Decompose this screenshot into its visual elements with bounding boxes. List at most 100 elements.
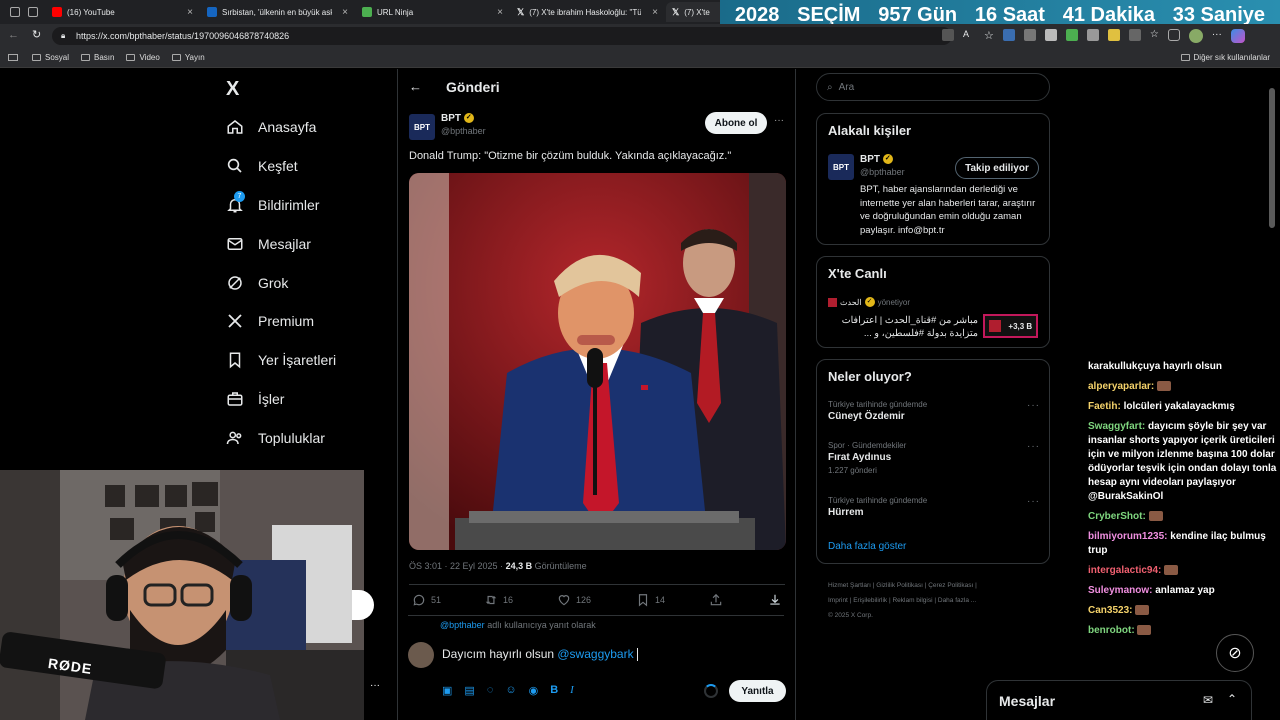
live-host[interactable]: الحدث ✓ yönetiyor bbox=[828, 297, 910, 307]
nav-item-briefcase[interactable]: İşler bbox=[226, 384, 284, 414]
emoji-icon[interactable]: ☺ bbox=[505, 684, 516, 697]
grok-icon[interactable]: ◌ bbox=[487, 684, 494, 697]
trend-item[interactable]: Türkiye tarihinde gündemde Hürrem ··· bbox=[828, 496, 1040, 518]
extension-icon[interactable] bbox=[1044, 29, 1057, 41]
extension-icon[interactable] bbox=[1107, 29, 1120, 41]
nav-item-grok[interactable]: Grok bbox=[226, 268, 288, 298]
gif-icon[interactable]: ▤ bbox=[464, 684, 474, 697]
footer-link[interactable]: Imprint bbox=[828, 597, 848, 604]
chat-username[interactable]: intergalactic94: bbox=[1088, 565, 1161, 576]
browser-tab-youtube[interactable]: (16) YouTube × bbox=[46, 2, 201, 22]
footer-link[interactable]: Erişilebilirlik bbox=[853, 597, 887, 604]
browser-tab-urlninja[interactable]: URL Ninja × bbox=[356, 2, 511, 22]
scrollbar-thumb[interactable] bbox=[1269, 88, 1275, 228]
footer-link[interactable]: Hizmet Şartları bbox=[828, 582, 871, 589]
new-message-icon[interactable]: ✉ bbox=[1203, 693, 1213, 707]
close-icon[interactable]: × bbox=[497, 7, 503, 18]
close-icon[interactable]: × bbox=[342, 7, 348, 18]
location-icon[interactable]: ◉ bbox=[529, 684, 539, 697]
profile-avatar[interactable] bbox=[1188, 29, 1203, 43]
close-icon[interactable]: × bbox=[652, 7, 658, 18]
nav-item-mail[interactable]: Mesajlar bbox=[226, 229, 311, 259]
nav-item-bell[interactable]: 7 Bildirimler bbox=[226, 190, 319, 220]
chat-username[interactable]: Faetih: bbox=[1088, 401, 1121, 412]
trend-more-icon[interactable]: ··· bbox=[1027, 496, 1040, 507]
more-options-icon[interactable]: ··· bbox=[774, 115, 784, 126]
shield-icon[interactable] bbox=[1167, 29, 1180, 41]
replying-to-handle[interactable]: @bpthaber bbox=[440, 620, 485, 630]
read-aloud-icon[interactable]: A bbox=[963, 29, 975, 41]
nav-item-bookmark[interactable]: Yer İşaretleri bbox=[226, 345, 336, 375]
chat-username[interactable]: benrobot: bbox=[1088, 625, 1135, 636]
footer-link[interactable]: Reklam bilgisi bbox=[892, 597, 932, 604]
author-avatar[interactable]: BPT bbox=[409, 114, 435, 140]
bookmark-button[interactable]: 14 bbox=[636, 593, 665, 607]
reply-button[interactable]: 51 bbox=[412, 593, 441, 607]
nav-item-home[interactable]: Anasayfa bbox=[226, 112, 316, 142]
like-button[interactable]: 126 bbox=[557, 593, 591, 607]
extension-icon[interactable] bbox=[1002, 29, 1015, 41]
nav-item-x[interactable]: Premium bbox=[226, 306, 314, 336]
live-description[interactable]: مباشر من #قناة_الحدث | اعترافات متزايدة … bbox=[828, 314, 978, 340]
more-icon[interactable]: ··· bbox=[370, 680, 380, 691]
image-icon[interactable]: ▣ bbox=[442, 684, 452, 697]
show-more-link[interactable]: Daha fazla göster bbox=[828, 541, 906, 552]
nav-item-people[interactable]: Topluluklar bbox=[226, 423, 325, 453]
other-bookmarks[interactable]: Diğer sık kullanılanlar bbox=[1180, 53, 1270, 62]
bold-icon[interactable]: B bbox=[550, 684, 558, 697]
back-arrow-icon[interactable]: ← bbox=[409, 79, 422, 94]
chat-username[interactable]: Can3523: bbox=[1088, 605, 1132, 616]
bookmark-folder[interactable]: Yayın bbox=[171, 53, 205, 62]
related-user[interactable]: BPT ✓ @bpthaber bbox=[860, 154, 905, 177]
live-listeners-badge[interactable]: +3,3 B bbox=[983, 314, 1038, 338]
bookmark-folder[interactable]: Basın bbox=[81, 53, 114, 62]
subscribe-button[interactable]: Abone ol bbox=[705, 112, 767, 134]
trend-item[interactable]: Türkiye tarihinde gündemde Cüneyt Özdemi… bbox=[828, 400, 1040, 422]
address-bar[interactable]: 🔒︎ https://x.com/bpthaber/status/1970096… bbox=[52, 27, 952, 45]
chat-username[interactable]: Swaggyfart: bbox=[1088, 421, 1145, 432]
post-time[interactable]: ÖS 3:01 · 22 Eyl 2025 · bbox=[409, 561, 506, 571]
reply-input[interactable]: Dayıcım hayırlı olsun @swaggybark bbox=[442, 647, 638, 662]
footer-link[interactable]: Çerez Politikası bbox=[928, 582, 973, 589]
trend-more-icon[interactable]: ··· bbox=[1027, 441, 1040, 452]
post-image[interactable] bbox=[409, 173, 786, 550]
trend-more-icon[interactable]: ··· bbox=[1027, 400, 1040, 411]
x-logo[interactable]: X bbox=[226, 78, 239, 101]
browser-tab-x-1[interactable]: 𝕏 (7) X'te ibrahim Haskoloğlu: "Tü × bbox=[511, 2, 666, 22]
chat-username[interactable]: Suleymanow: bbox=[1088, 585, 1152, 596]
copilot-icon[interactable] bbox=[1230, 29, 1245, 43]
tab-list-icon[interactable] bbox=[28, 7, 38, 17]
browser-tab-x-2[interactable]: 𝕏 (7) X'te bbox=[666, 2, 726, 22]
bookmark-folder[interactable]: Video bbox=[126, 53, 160, 62]
footer-link[interactable]: Daha fazla ... bbox=[938, 597, 976, 604]
extension-icon[interactable] bbox=[1023, 29, 1036, 41]
messages-drawer[interactable]: Mesajlar ✉ ⌃ bbox=[986, 680, 1252, 720]
author-info[interactable]: BPT ✓ @bpthaber bbox=[441, 113, 486, 136]
reply-submit-button[interactable]: Yanıtla bbox=[729, 680, 786, 702]
footer-link[interactable]: Gizlilik Politikası bbox=[876, 582, 923, 589]
favorites-icon[interactable]: ☆ bbox=[1150, 29, 1159, 43]
extension-icon[interactable] bbox=[1086, 29, 1099, 41]
following-button[interactable]: Takip ediliyor bbox=[955, 157, 1039, 179]
window-icon[interactable] bbox=[10, 7, 20, 17]
grok-floating-button[interactable]: ⊘ bbox=[1216, 634, 1254, 672]
italic-icon[interactable]: I bbox=[570, 684, 574, 697]
expand-chevron-icon[interactable]: ⌃ bbox=[1227, 692, 1237, 706]
favorite-star-icon[interactable]: ☆ bbox=[984, 29, 994, 43]
extension-icon[interactable] bbox=[1065, 29, 1078, 41]
reload-icon[interactable]: ↻ bbox=[32, 28, 41, 41]
trend-item[interactable]: Spor · Gündemdekiler Fırat Aydınus 1.227… bbox=[828, 441, 1040, 475]
related-avatar[interactable]: BPT bbox=[828, 154, 854, 180]
chat-username[interactable]: alperyaparlar: bbox=[1088, 381, 1154, 392]
chat-username[interactable]: bilmiyorum1235: bbox=[1088, 531, 1167, 542]
collections-icon[interactable] bbox=[8, 54, 18, 61]
chat-username[interactable]: CryberShot: bbox=[1088, 511, 1146, 522]
search-box[interactable]: ⌕ Ara bbox=[816, 73, 1050, 101]
browser-tab-news[interactable]: Sırbistan, 'ülkenin en büyük askı × bbox=[201, 2, 356, 22]
bookmark-folder[interactable]: Sosyal bbox=[32, 53, 69, 62]
puzzle-icon[interactable] bbox=[1128, 29, 1141, 41]
more-icon[interactable]: ··· bbox=[1212, 29, 1222, 43]
share-button[interactable] bbox=[709, 593, 723, 607]
repost-button[interactable]: 16 bbox=[484, 593, 513, 607]
back-icon[interactable]: ← bbox=[8, 29, 19, 41]
